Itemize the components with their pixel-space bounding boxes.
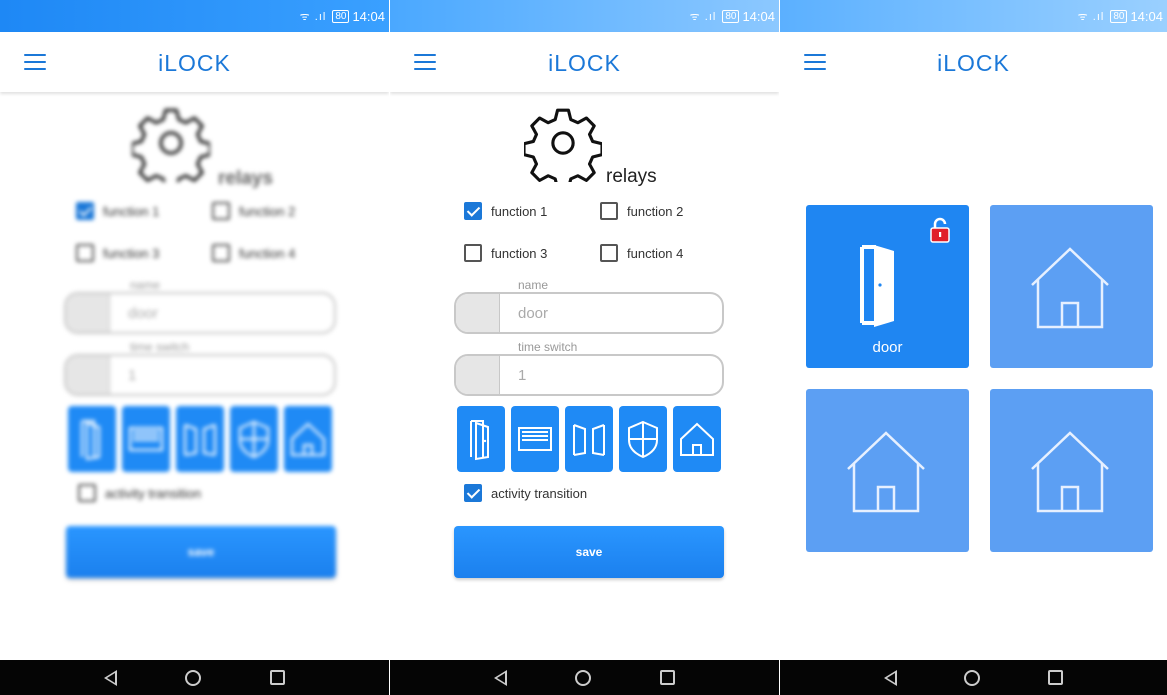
relay-type-icons [457, 406, 727, 472]
relay-settings-form: relays function 1 function 2 function 3 … [390, 92, 779, 660]
time-switch-field[interactable]: 1 [64, 354, 336, 396]
name-label: name [518, 278, 549, 292]
app-bar: iLOCK [0, 32, 389, 92]
relay-grid-screen: ᯤ .ıl 80 14:04 iLOCK door [780, 0, 1167, 695]
door-icon[interactable] [68, 406, 116, 472]
function-4-checkbox[interactable]: function 4 [212, 244, 295, 262]
function-1-checkbox[interactable]: function 1 [76, 202, 159, 220]
recent-apps-icon[interactable] [1048, 670, 1064, 685]
back-icon[interactable] [494, 669, 508, 686]
save-button[interactable]: save [454, 526, 724, 578]
gear-icon [524, 108, 602, 182]
recent-apps-icon[interactable] [269, 670, 285, 685]
nav-bar [390, 660, 779, 695]
home-icon[interactable] [575, 669, 592, 686]
function-3-checkbox[interactable]: function 3 [76, 244, 159, 262]
time-switch-label: time switch [518, 340, 578, 354]
relays-label: relays [606, 166, 657, 187]
app-title: iLOCK [548, 50, 621, 76]
door-icon[interactable] [457, 406, 505, 472]
status-time: 14:04 [352, 8, 385, 24]
gate-icon[interactable] [176, 406, 224, 472]
time-switch-field[interactable]: 1 [454, 354, 724, 396]
name-field[interactable]: door [64, 292, 336, 334]
lock-open-icon [930, 217, 950, 243]
relay-tile-3[interactable] [806, 389, 969, 552]
name-field[interactable]: door [454, 292, 724, 334]
house-icon [1031, 247, 1109, 329]
home-icon[interactable] [185, 669, 202, 686]
nav-bar [780, 660, 1167, 695]
battery-icon: 80 [332, 9, 350, 23]
function-2-checkbox[interactable]: function 2 [600, 202, 683, 220]
status-time: 14:04 [742, 8, 775, 24]
save-button[interactable]: save [66, 526, 336, 578]
shield-icon[interactable] [230, 406, 278, 472]
house-icon[interactable] [673, 406, 721, 472]
recent-apps-icon[interactable] [659, 670, 675, 685]
activity-transition-checkbox[interactable]: activity transition [78, 484, 201, 502]
status-bar: ᯤ .ıl 80 14:04 [0, 0, 389, 32]
name-label: name [130, 278, 161, 292]
relay-tile-4[interactable] [990, 389, 1153, 552]
house-icon [847, 431, 925, 513]
settings-screen-blurred: ᯤ .ıl 80 14:04 iLOCK relays function 1 f… [0, 0, 389, 695]
status-time: 14:04 [1130, 8, 1163, 24]
house-icon [1031, 431, 1109, 513]
app-bar: iLOCK [390, 32, 779, 92]
function-4-checkbox[interactable]: function 4 [600, 244, 683, 262]
door-icon [860, 245, 894, 327]
status-bar: ᯤ .ıl 80 14:04 [390, 0, 779, 32]
function-2-checkbox[interactable]: function 2 [212, 202, 295, 220]
signal-icon: ᯤ .ıl [1077, 10, 1105, 23]
house-icon[interactable] [284, 406, 332, 472]
app-bar: iLOCK [780, 32, 1167, 92]
activity-transition-checkbox[interactable]: activity transition [464, 484, 587, 502]
app-title: iLOCK [158, 50, 231, 76]
function-3-checkbox[interactable]: function 3 [464, 244, 547, 262]
nav-bar [0, 660, 389, 695]
screens: ᯤ .ıl 80 14:04 iLOCK relays function 1 f… [0, 0, 1167, 695]
relay-type-icons [68, 406, 338, 472]
relay-settings-form: relays function 1 function 2 function 3 … [0, 92, 389, 660]
back-icon[interactable] [883, 669, 897, 686]
settings-screen: ᯤ .ıl 80 14:04 iLOCK relays function 1 f… [390, 0, 779, 695]
signal-icon: ᯤ .ıl [689, 10, 717, 23]
garage-door-icon[interactable] [122, 406, 170, 472]
relay-tile-2[interactable] [990, 205, 1153, 368]
home-icon[interactable] [964, 669, 981, 686]
battery-icon: 80 [1110, 9, 1128, 23]
tile-label: door [872, 339, 903, 356]
shield-icon[interactable] [619, 406, 667, 472]
app-title: iLOCK [937, 50, 1010, 76]
relays-label: relays [218, 168, 273, 189]
signal-icon: ᯤ .ıl [299, 10, 327, 23]
battery-icon: 80 [722, 9, 740, 23]
gear-icon [132, 108, 210, 182]
time-switch-label: time switch [130, 340, 190, 354]
function-1-checkbox[interactable]: function 1 [464, 202, 547, 220]
relay-tile-door[interactable]: door [806, 205, 969, 368]
back-icon[interactable] [104, 669, 118, 686]
garage-door-icon[interactable] [511, 406, 559, 472]
gate-icon[interactable] [565, 406, 613, 472]
status-bar: ᯤ .ıl 80 14:04 [780, 0, 1167, 32]
